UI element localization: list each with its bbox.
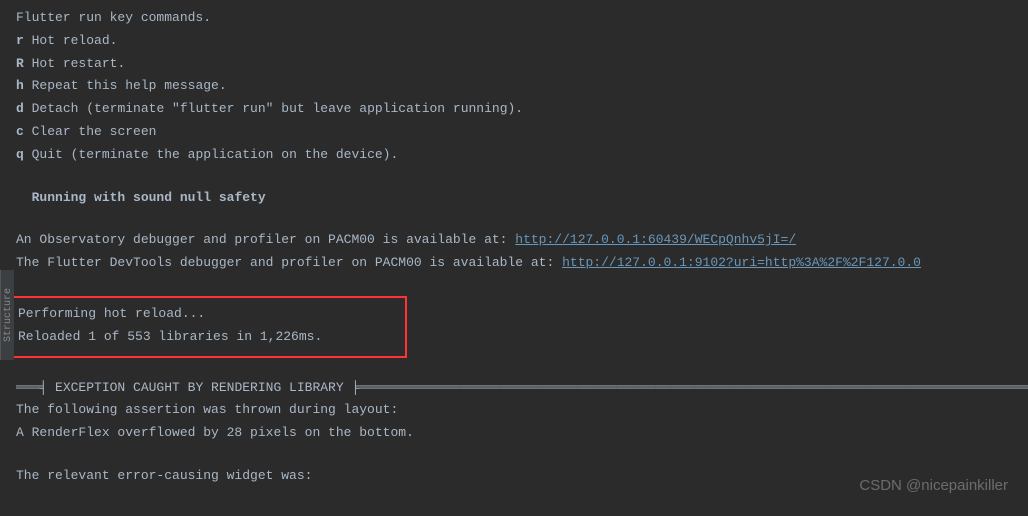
empty-line (16, 358, 1028, 378)
exception-line1: The following assertion was thrown durin… (16, 400, 1028, 421)
empty-line (16, 210, 1028, 230)
cmd-key: h (16, 78, 24, 93)
cmd-key: q (16, 147, 24, 162)
highlight-box: Performing hot reload... Reloaded 1 of 5… (12, 296, 407, 358)
cmd-key: R (16, 56, 24, 71)
empty-line (16, 276, 1028, 296)
header-line: Flutter run key commands. (16, 8, 1028, 29)
devtools-link[interactable]: http://127.0.0.1:9102?uri=http%3A%2F%2F1… (562, 255, 921, 270)
sidebar-tab-structure[interactable]: Structure (0, 270, 14, 360)
cmd-desc: Repeat this help message. (32, 78, 227, 93)
command-line: c Clear the screen (16, 122, 1028, 143)
observatory-link[interactable]: http://127.0.0.1:60439/WECpQnhv5jI=/ (515, 232, 796, 247)
command-line: r Hot reload. (16, 31, 1028, 52)
cmd-desc: Clear the screen (32, 124, 157, 139)
cmd-key: c (16, 124, 24, 139)
command-line: R Hot restart. (16, 54, 1028, 75)
cmd-key: r (16, 33, 24, 48)
reload-line1: Performing hot reload... (18, 304, 401, 325)
cmd-desc: Detach (terminate "flutter run" but leav… (32, 101, 523, 116)
reload-line2: Reloaded 1 of 553 libraries in 1,226ms. (18, 327, 401, 348)
empty-line (16, 168, 1028, 188)
cmd-key: d (16, 101, 24, 116)
cmd-desc: Hot restart. (32, 56, 126, 71)
command-line: d Detach (terminate "flutter run" but le… (16, 99, 1028, 120)
watermark: CSDN @nicepainkiller (859, 474, 1008, 498)
cmd-desc: Quit (terminate the application on the d… (32, 147, 399, 162)
observatory-line: An Observatory debugger and profiler on … (16, 230, 1028, 251)
status-line: Running with sound null safety (16, 188, 1028, 209)
exception-line2: A RenderFlex overflowed by 28 pixels on … (16, 423, 1028, 444)
cmd-desc: Hot reload. (32, 33, 118, 48)
empty-line (16, 446, 1028, 466)
exception-banner: ═══╡ EXCEPTION CAUGHT BY RENDERING LIBRA… (16, 378, 1028, 399)
devtools-line: The Flutter DevTools debugger and profil… (16, 253, 1028, 274)
command-line: h Repeat this help message. (16, 76, 1028, 97)
command-line: q Quit (terminate the application on the… (16, 145, 1028, 166)
